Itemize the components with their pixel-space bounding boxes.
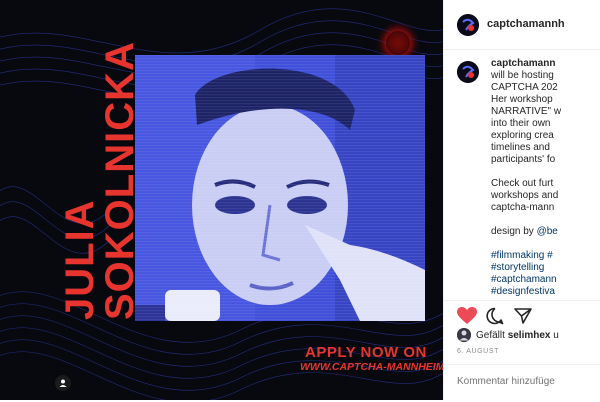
apply-url-text: WWW.CAPTCHA-MANNHEIM.DE (300, 361, 443, 373)
caption-line: CAPTCHA 202 (491, 82, 558, 93)
caption-line: captcha-mann (491, 202, 555, 213)
user-tag-button[interactable] (55, 375, 71, 391)
hashtag-link[interactable]: #storytelling (491, 262, 561, 274)
caption-username[interactable]: captchamann (491, 58, 555, 69)
caption-avatar[interactable] (457, 61, 479, 83)
comment-box (444, 364, 600, 402)
presenter-first-name: JULIA (58, 199, 102, 320)
caption-line: timelines and (491, 142, 550, 153)
liked-by-prefix: Gefällt (476, 330, 505, 341)
post-sidebar: captchamannh captchamann will be hosting… (443, 0, 600, 400)
heart-icon[interactable] (457, 307, 477, 325)
caption-line: will be hosting (491, 70, 554, 81)
comment-input[interactable] (457, 376, 597, 387)
caption-line: workshops and (491, 190, 559, 201)
caption-line: into their own (491, 118, 551, 129)
caption-line: Check out furt (491, 178, 554, 189)
presenter-last-name: SOKOLNICKA (98, 41, 142, 320)
liked-by-text: Gefällt selimhex u (476, 330, 559, 341)
apply-now-text: APPLY NOW ON (305, 344, 427, 361)
hashtag-link[interactable]: #designfestiva (491, 286, 561, 298)
designer-mention-link[interactable]: @be (537, 226, 558, 237)
liked-by-suffix: u (553, 330, 559, 341)
comment-icon[interactable] (486, 307, 504, 325)
hashtag-link[interactable]: #filmmaking # (491, 250, 561, 262)
post-actions: Gefällt selimhex u 6. AUGUST (444, 300, 600, 401)
header-avatar[interactable] (457, 14, 479, 36)
post-header: captchamannh (444, 0, 600, 50)
hashtag-link[interactable]: #captchamann (491, 274, 561, 286)
presenter-name: JULIA SOKOLNICKA (58, 41, 142, 320)
design-by-text: design by (491, 226, 534, 237)
share-icon[interactable] (514, 307, 532, 325)
portrait-photo (135, 55, 425, 321)
liked-by-avatar[interactable] (457, 328, 471, 342)
header-username[interactable]: captchamannh (487, 18, 565, 30)
user-tag-icon (59, 379, 67, 387)
post-caption: captchamann will be hosting CAPTCHA 202 … (491, 58, 561, 298)
post-image[interactable]: JULIA SOKOLNICKA APPLY NOW ON WWW.CAPTCH… (0, 0, 443, 400)
post-date[interactable]: 6. AUGUST (457, 348, 499, 355)
liked-by-username[interactable]: selimhex (508, 330, 551, 341)
caption-line: exploring crea (491, 130, 554, 141)
caption-line: Her workshop (491, 94, 553, 105)
caption-line: NARRATIVE" w (491, 106, 562, 117)
caption-line: participants' fo (491, 154, 556, 165)
